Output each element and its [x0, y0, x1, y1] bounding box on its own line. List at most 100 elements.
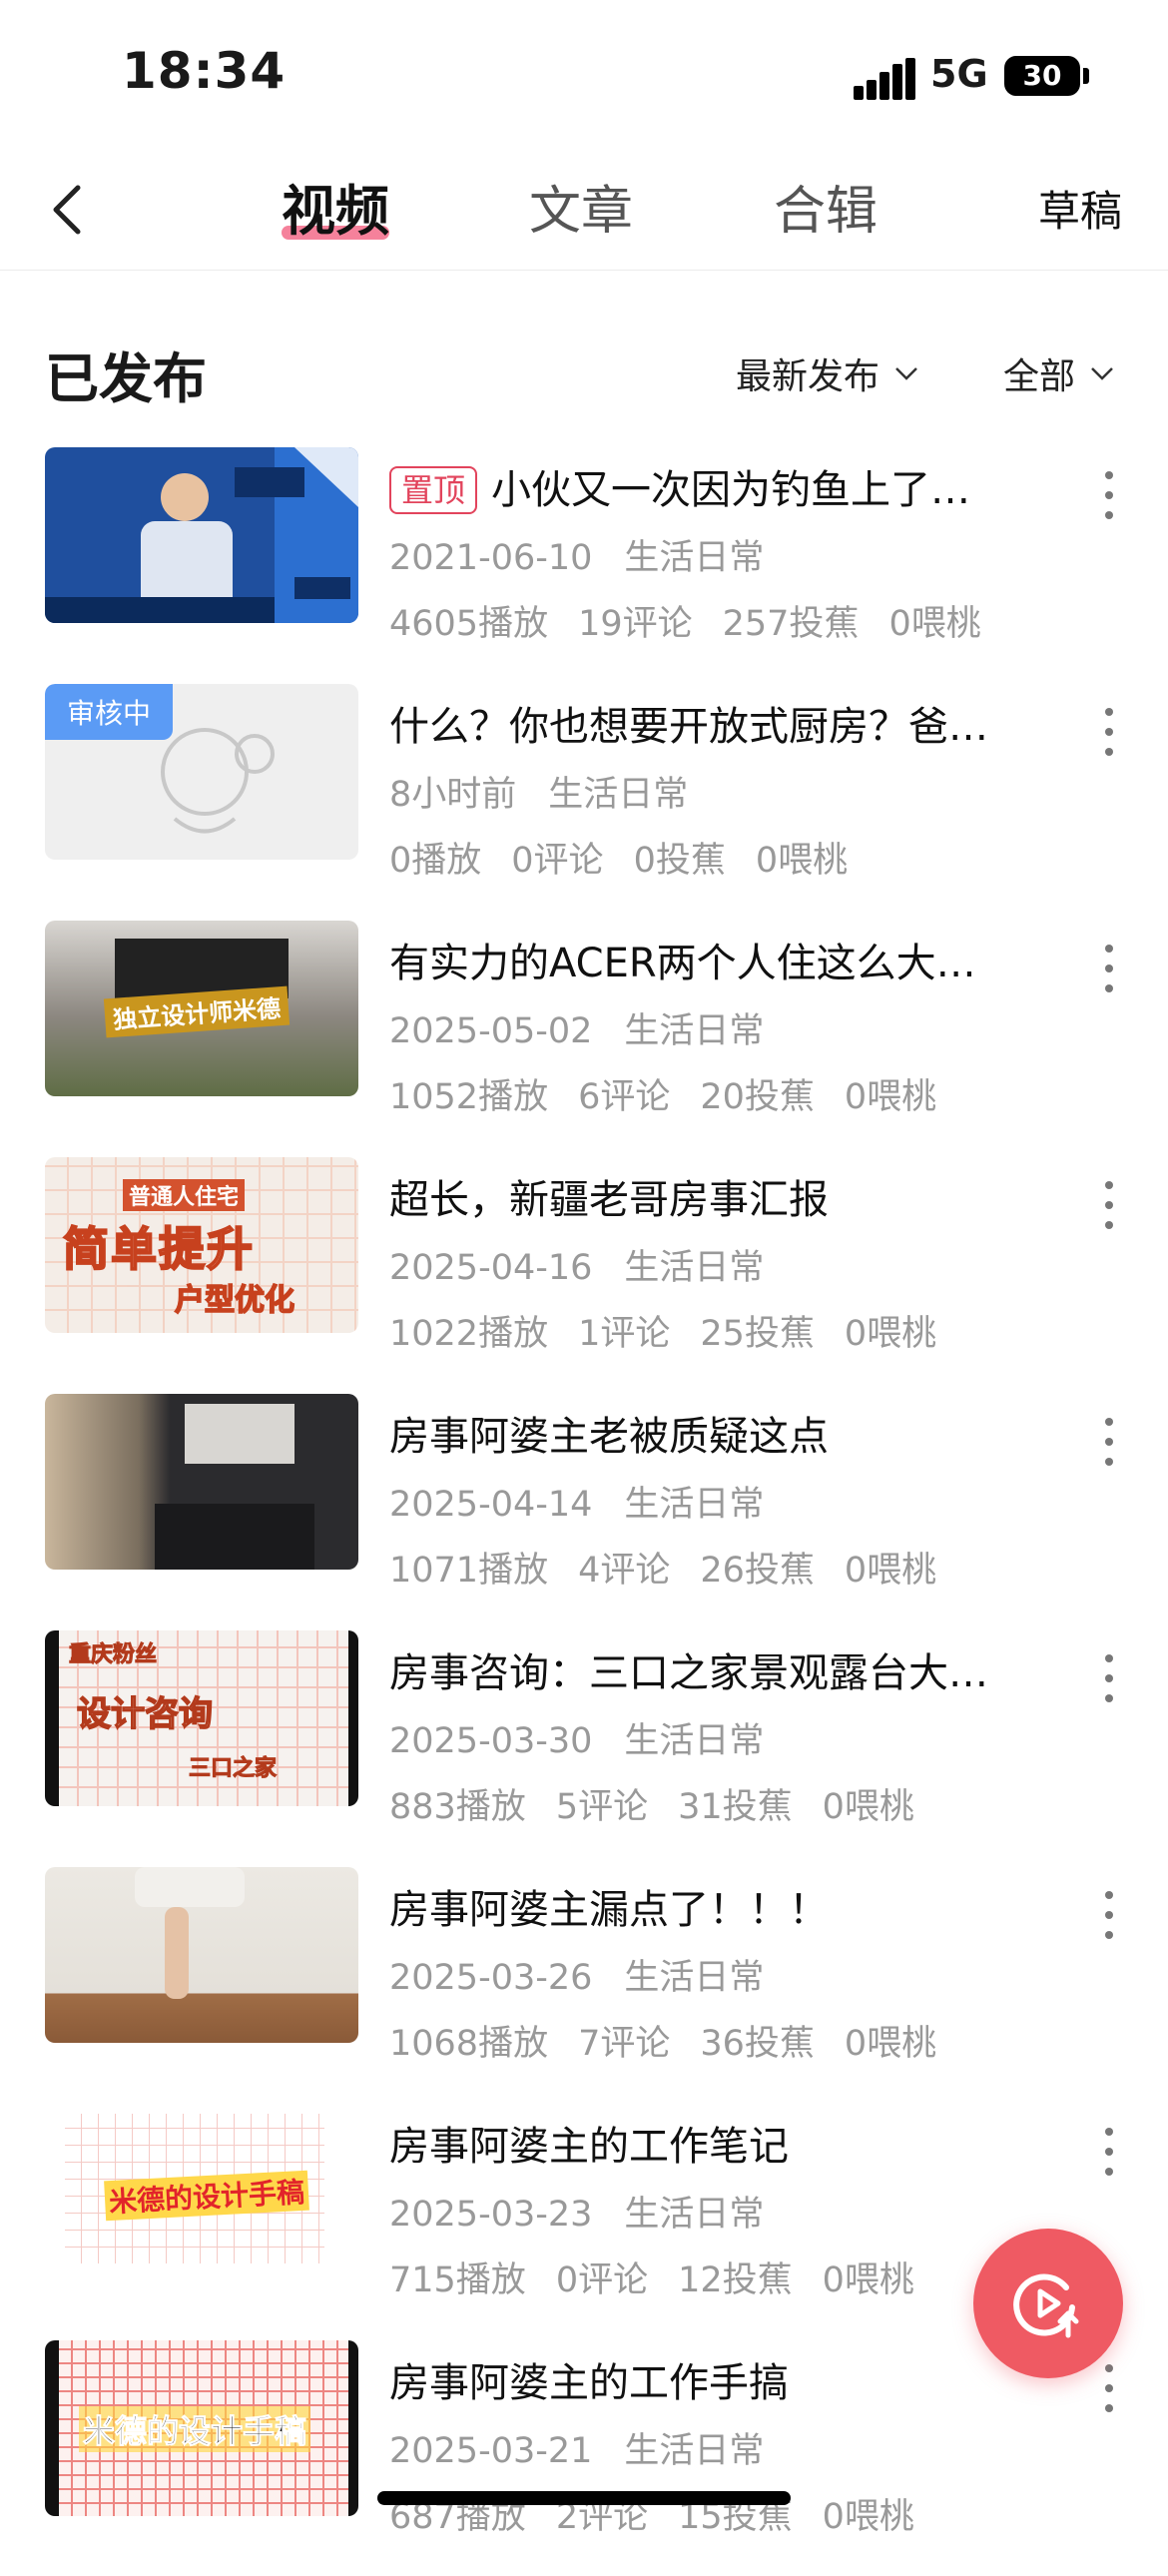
video-date: 2025-03-21	[389, 2431, 593, 2471]
video-category: 生活日常	[624, 2195, 765, 2235]
peaches-count: 0喂桃	[822, 2260, 914, 2300]
video-title: 房事阿婆主的工作笔记	[389, 2124, 789, 2170]
bananas-count: 0投蕉	[633, 841, 726, 881]
video-meta: 8小时前 生活日常	[389, 766, 688, 817]
video-stats: 883播放 5评论 31投蕉 0喂桃	[389, 1778, 914, 1829]
bananas-count: 12投蕉	[678, 2260, 793, 2300]
plays-count: 1068播放	[389, 2024, 549, 2064]
back-icon[interactable]	[40, 180, 100, 240]
video-title: 房事咨询：三口之家景观露台大…	[389, 1650, 988, 1696]
video-date: 2025-04-14	[389, 1485, 593, 1525]
plays-count: 1052播放	[389, 1077, 549, 1117]
plays-count: 4605播放	[389, 604, 549, 644]
thumbnail-caption-bottom: 户型优化	[174, 1282, 295, 1319]
peaches-count: 0喂桃	[755, 841, 849, 881]
video-thumbnail[interactable]: 重庆粉丝 设计咨询 三口之家	[45, 1630, 358, 1806]
video-date: 2021-06-10	[389, 538, 593, 578]
video-thumbnail[interactable]	[45, 447, 358, 623]
video-list-item[interactable]: 重庆粉丝 设计咨询 三口之家 房事咨询：三口之家景观露台大… 2025-03-3…	[0, 1630, 1168, 1866]
thumbnail-caption: 简单提升	[62, 1221, 255, 1277]
home-indicator	[377, 2491, 791, 2505]
video-date: 8小时前	[389, 775, 517, 815]
bananas-count: 257投蕉	[722, 604, 860, 644]
video-title: 置顶 小伙又一次因为钓鱼上了…	[389, 457, 1028, 515]
video-stats: 1071播放 4评论 26投蕉 0喂桃	[389, 1542, 936, 1593]
pinned-badge: 置顶	[389, 466, 478, 514]
video-title: 超长，新疆老哥房事汇报	[389, 1177, 829, 1223]
tab-videos[interactable]: 视频	[282, 172, 389, 252]
drafts-button[interactable]: 草稿	[1038, 180, 1122, 244]
chevron-down-icon	[895, 367, 917, 380]
bananas-count: 31投蕉	[678, 1787, 793, 1827]
more-options-icon[interactable]	[1102, 939, 1116, 998]
video-list-item[interactable]: 普通人住宅 简单提升 户型优化 超长，新疆老哥房事汇报 2025-04-16 生活…	[0, 1157, 1168, 1393]
comments-count: 0评论	[511, 841, 604, 881]
video-date: 2025-03-26	[389, 1958, 593, 1998]
video-list-item[interactable]: 审核中 什么？你也想要开放式厨房？爸… 8小时前 生活日常 0播放 0评论 0投蕉 0喂…	[0, 684, 1168, 920]
more-options-icon[interactable]	[1102, 1885, 1116, 1945]
more-options-icon[interactable]	[1102, 2122, 1116, 2182]
battery-icon: 30	[1004, 56, 1080, 96]
sort-dropdown[interactable]: 最新发布	[736, 347, 919, 399]
more-options-icon[interactable]	[1102, 1175, 1116, 1235]
thumbnail-caption-top: 普通人住宅	[123, 1179, 246, 1211]
video-thumbnail[interactable]	[45, 1867, 358, 2043]
filter-label: 全部	[1003, 356, 1076, 397]
video-list-item[interactable]: 置顶 小伙又一次因为钓鱼上了… 2021-06-10 生活日常 4605播放 19评论…	[0, 447, 1168, 683]
more-options-icon[interactable]	[1102, 1648, 1116, 1708]
video-date: 2025-03-23	[389, 2195, 593, 2235]
network-type: 5G	[930, 52, 988, 96]
plays-count: 0播放	[389, 841, 482, 881]
video-thumbnail[interactable]: 独立设计师米德	[45, 921, 358, 1096]
peaches-count: 0喂桃	[844, 1077, 937, 1117]
more-options-icon[interactable]	[1102, 1412, 1116, 1472]
video-stats: 0播放 0评论 0投蕉 0喂桃	[389, 832, 848, 883]
video-meta: 2025-03-21 生活日常	[389, 2422, 764, 2473]
tab-collections[interactable]: 合辑	[774, 172, 877, 252]
video-thumbnail[interactable]: 米德的设计手稿	[45, 2104, 358, 2279]
video-list-item[interactable]: 房事阿婆主漏点了！！！ 2025-03-26 生活日常 1068播放 7评论 36投蕉…	[0, 1867, 1168, 2103]
video-category: 生活日常	[624, 1958, 765, 1998]
video-title: 房事阿婆主漏点了！！！	[389, 1887, 829, 1933]
top-nav: 视频 文章 合辑 草稿	[0, 150, 1168, 271]
more-options-icon[interactable]	[1102, 702, 1116, 762]
video-category: 生活日常	[548, 775, 689, 815]
battery-tip	[1083, 68, 1089, 84]
tab-articles[interactable]: 文章	[529, 172, 633, 252]
video-title: 什么？你也想要开放式厨房？爸…	[389, 704, 988, 750]
more-options-icon[interactable]	[1102, 465, 1116, 525]
sort-label: 最新发布	[736, 356, 880, 397]
video-thumbnail[interactable]: 审核中	[45, 684, 358, 860]
peaches-count: 0喂桃	[822, 1787, 914, 1827]
video-thumbnail[interactable]: 普通人住宅 简单提升 户型优化	[45, 1157, 358, 1333]
peaches-count: 0喂桃	[822, 2497, 914, 2537]
peaches-count: 0喂桃	[844, 2024, 937, 2064]
video-list-item[interactable]: 独立设计师米德 有实力的ACER两个人住这么大… 2025-05-02 生活日常 …	[0, 921, 1168, 1156]
chevron-down-icon	[1091, 367, 1113, 380]
video-meta: 2025-04-14 生活日常	[389, 1476, 764, 1527]
comments-count: 0评论	[555, 2260, 649, 2300]
video-thumbnail[interactable]: 米德的设计手稿	[45, 2340, 358, 2516]
video-date: 2025-03-30	[389, 1721, 593, 1761]
video-category: 生活日常	[624, 538, 765, 578]
comments-count: 4评论	[578, 1551, 671, 1591]
video-meta: 2025-05-02 生活日常	[389, 1002, 764, 1053]
status-bar: 18:34 5G 30	[0, 0, 1168, 150]
peaches-count: 0喂桃	[844, 1314, 937, 1354]
plays-count: 1071播放	[389, 1551, 549, 1591]
thumbnail-caption: 米德的设计手稿	[79, 2406, 311, 2452]
video-list-item[interactable]: 米德的设计手稿 房事阿婆主的工作手搞 2025-03-21 生活日常 687播放 2…	[0, 2340, 1168, 2576]
plays-count: 1022播放	[389, 1314, 549, 1354]
video-thumbnail[interactable]	[45, 1394, 358, 1570]
signal-icon	[854, 58, 915, 100]
review-badge: 审核中	[45, 684, 174, 740]
section-title: 已发布	[45, 347, 207, 410]
filter-dropdown[interactable]: 全部	[1003, 347, 1115, 399]
upload-video-button[interactable]	[973, 2229, 1123, 2378]
peaches-count: 0喂桃	[844, 1551, 937, 1591]
video-stats: 1068播放 7评论 36投蕉 0喂桃	[389, 2015, 936, 2066]
video-title: 有实力的ACER两个人住这么大…	[389, 941, 976, 986]
video-list-item[interactable]: 房事阿婆主老被质疑这点 2025-04-14 生活日常 1071播放 4评论 26投蕉…	[0, 1394, 1168, 1629]
comments-count: 1评论	[578, 1314, 671, 1354]
more-options-icon[interactable]	[1102, 2358, 1116, 2418]
